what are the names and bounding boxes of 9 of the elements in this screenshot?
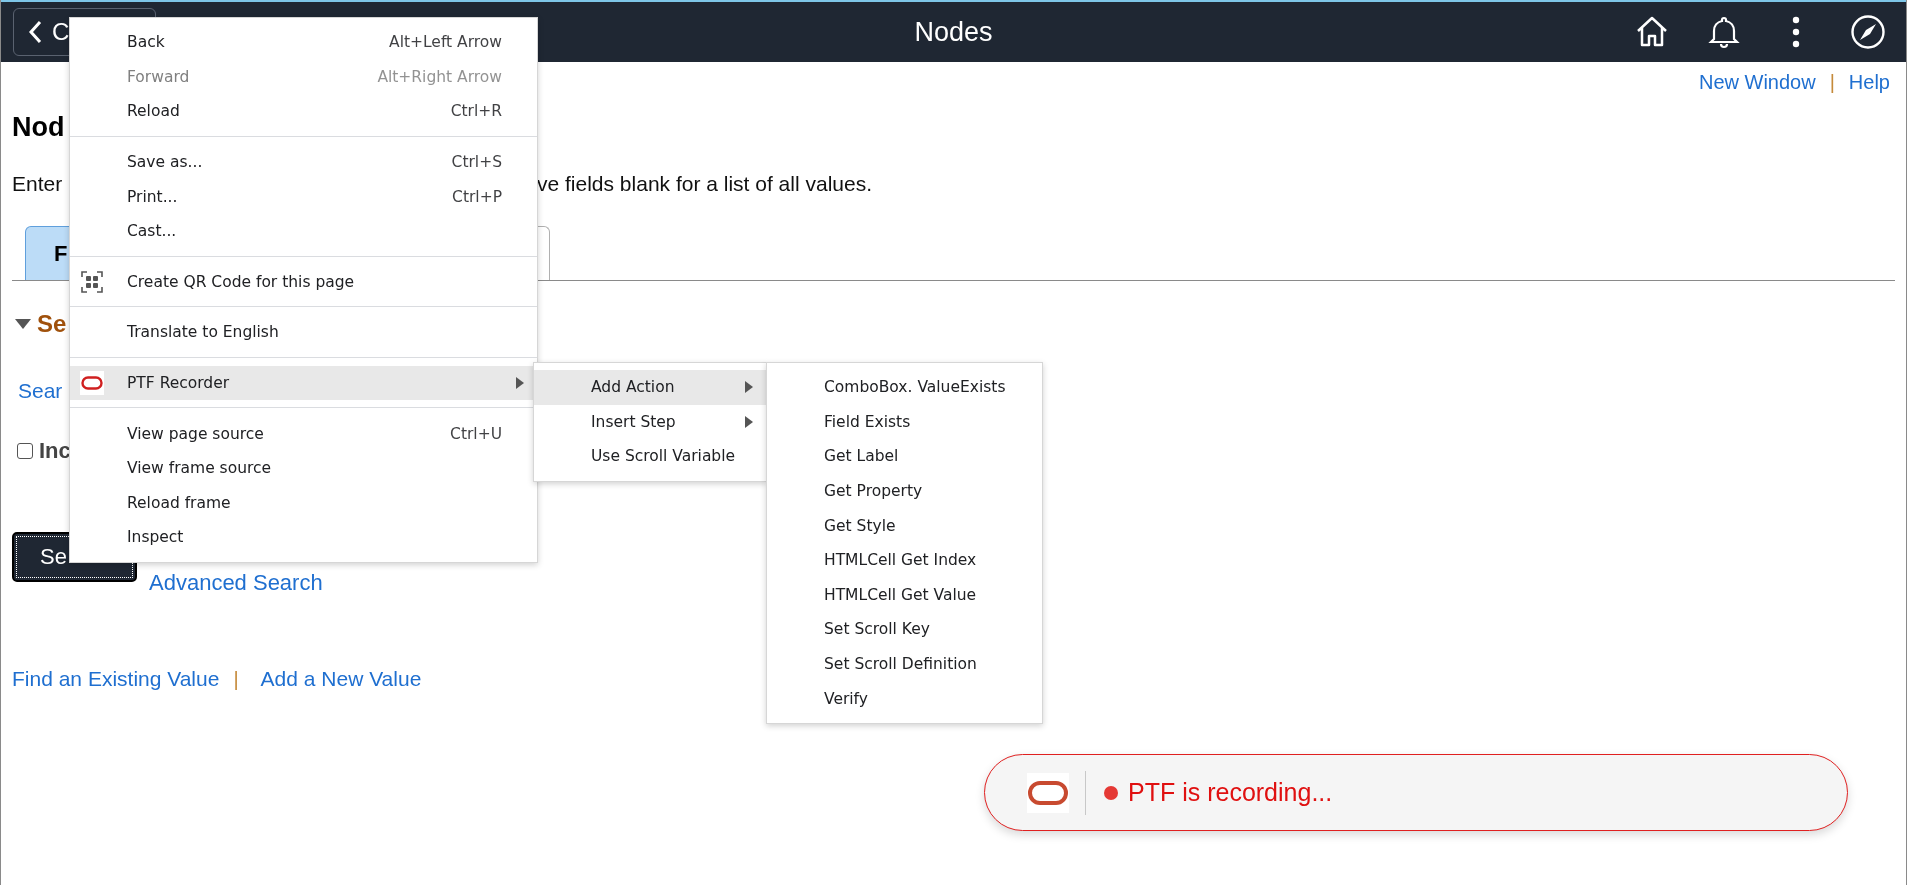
link-separator: | bbox=[233, 667, 239, 691]
instruction-text: ve fields blank for a list of all values. bbox=[537, 172, 872, 197]
instruction-text: Enter bbox=[12, 172, 63, 195]
link-separator: | bbox=[1829, 70, 1835, 94]
section-title: Se bbox=[37, 310, 67, 338]
page-title: Nodes bbox=[914, 16, 993, 47]
checkbox-label: Inc bbox=[39, 438, 71, 464]
recording-status-text: PTF is recording... bbox=[1128, 778, 1333, 807]
page-heading: Nod bbox=[12, 112, 65, 142]
